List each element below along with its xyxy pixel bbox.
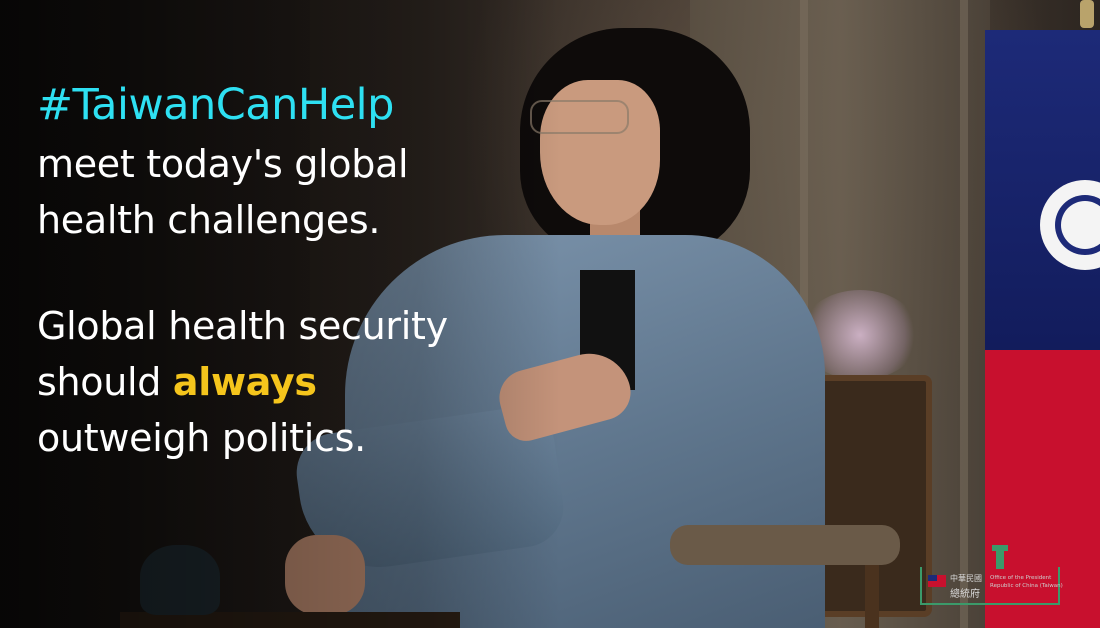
caption-line-4-pre: should xyxy=(37,360,173,404)
chair-arm xyxy=(670,525,900,565)
caption-line-3: Global health security xyxy=(37,304,448,348)
logo-tower xyxy=(996,547,1004,569)
caption-block: #TaiwanCanHelp meet today's global healt… xyxy=(37,74,557,466)
logo-en-line-2: Republic of China (Taiwan) xyxy=(990,583,1063,589)
chair-leg xyxy=(865,560,879,628)
wall-molding xyxy=(960,0,968,628)
caption-line-2: health challenges. xyxy=(37,198,381,242)
caption-hashtag: #TaiwanCanHelp xyxy=(37,80,394,130)
flag-pole xyxy=(1080,0,1094,28)
caption-line-1: meet today's global xyxy=(37,142,409,186)
presidential-office-logo: 中華民國 總統府 Office of the President Republi… xyxy=(920,545,1063,607)
logo-zh-line-2: 總統府 xyxy=(950,589,980,600)
caption-line-4: should always xyxy=(37,354,557,410)
caption-highlight-word: always xyxy=(172,360,317,404)
logo-en-line-1: Office of the President xyxy=(990,575,1052,581)
caption-line-5: outweigh politics. xyxy=(37,416,366,460)
logo-flag-icon xyxy=(928,575,946,587)
roc-flag xyxy=(985,30,1100,628)
logo-zh-line-1: 中華民國 xyxy=(950,574,982,583)
photo-scene: #TaiwanCanHelp meet today's global healt… xyxy=(0,0,1100,628)
